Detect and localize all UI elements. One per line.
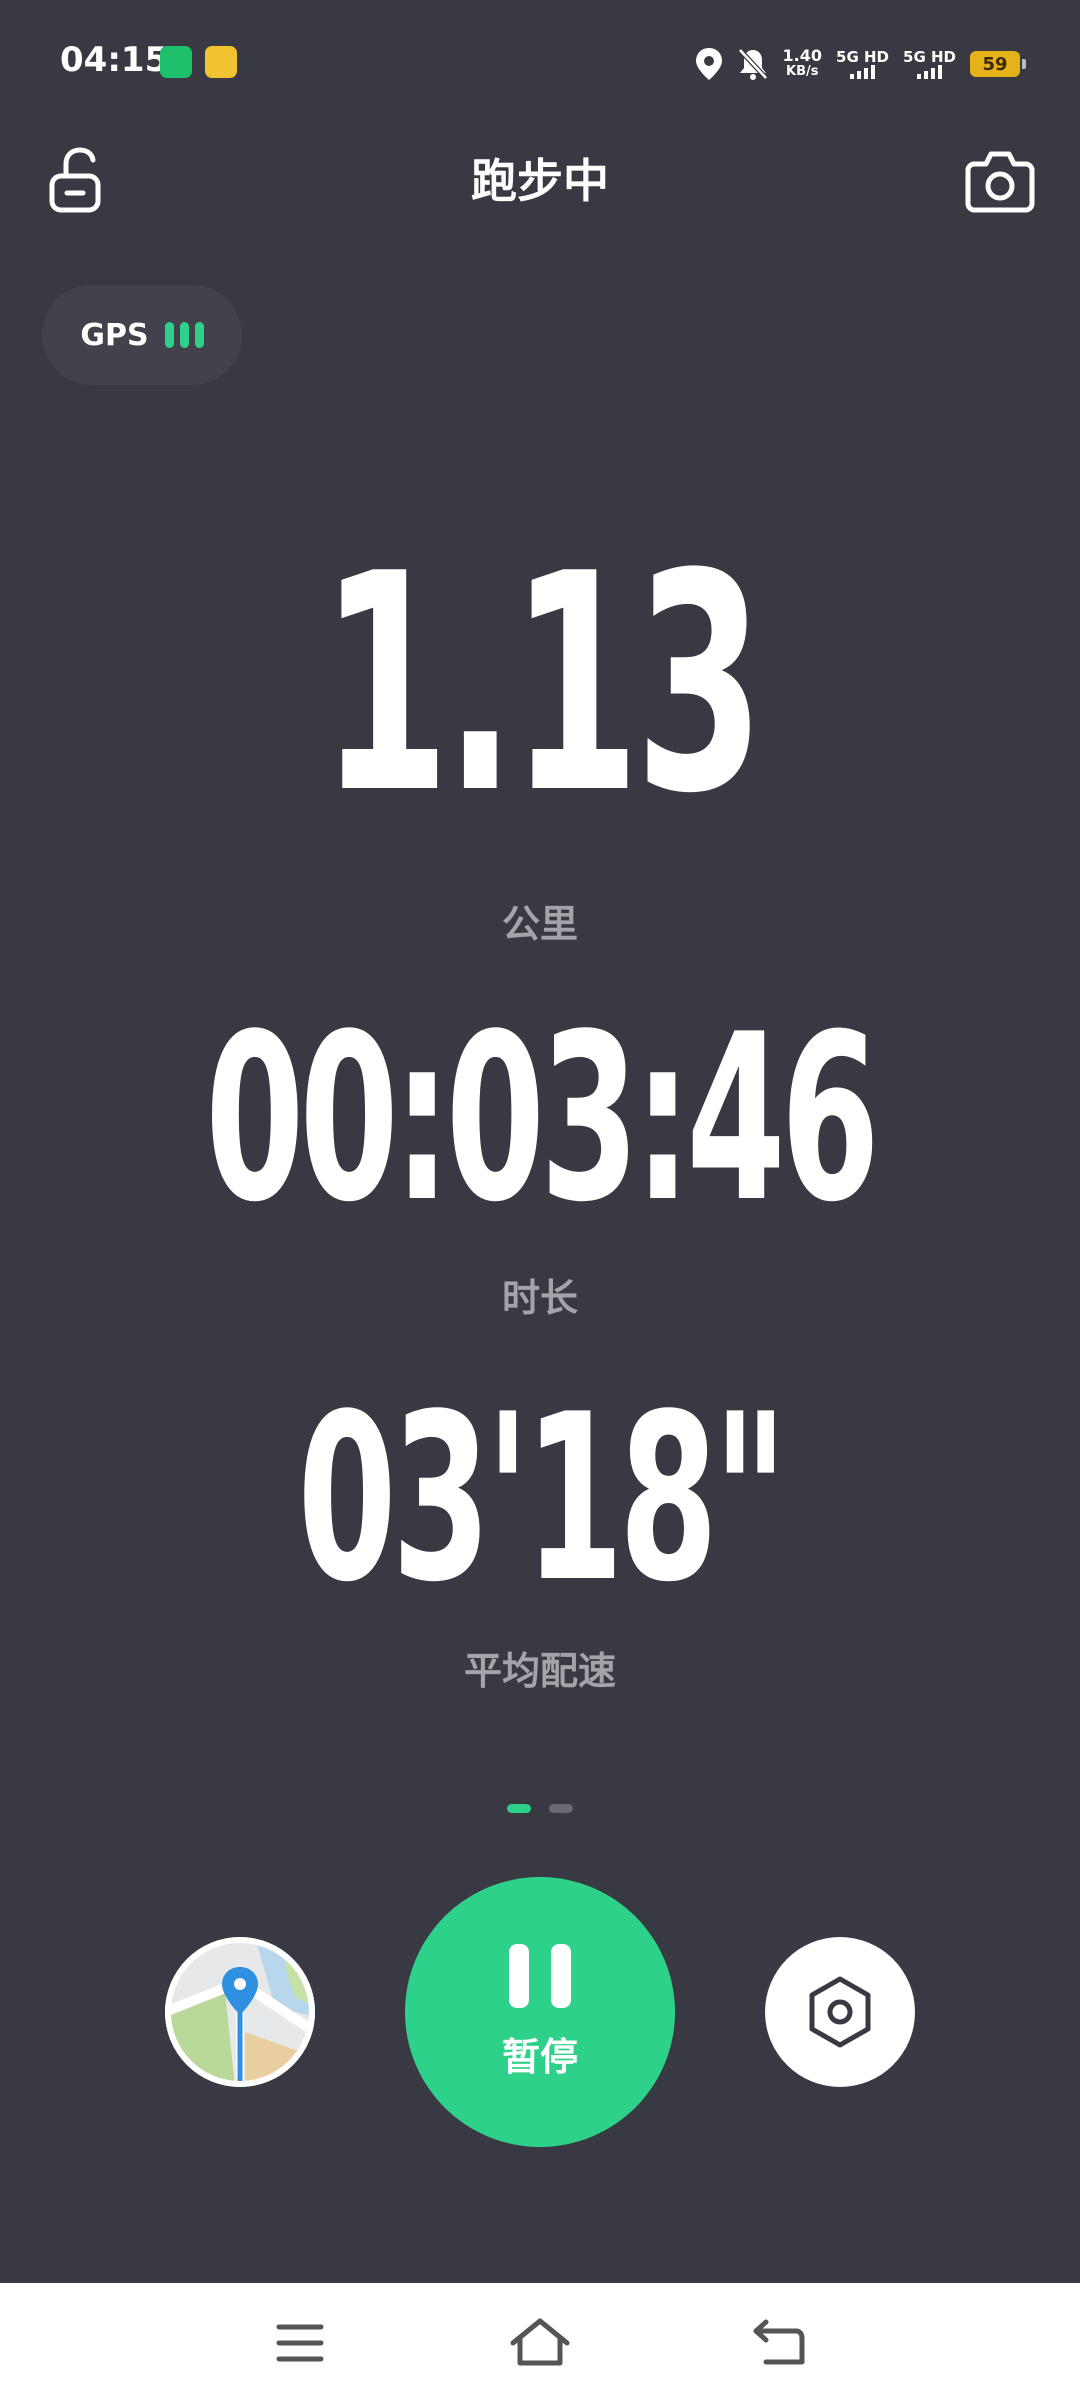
- camera-button[interactable]: [960, 140, 1040, 220]
- app-notification-icon: [160, 46, 192, 78]
- network-speed: 1.40 KB/s: [783, 48, 822, 80]
- duration-label: 时长: [501, 1276, 578, 1320]
- game-notification-icon: [205, 46, 237, 78]
- gps-signal-icon: [164, 322, 204, 348]
- settings-button[interactable]: [765, 1937, 915, 2087]
- status-bar: 04:15 1.40 KB/s 5G HD 5G HD 59: [0, 0, 1080, 130]
- distance-label: 公里: [501, 902, 578, 946]
- home-icon: [510, 2318, 570, 2366]
- page-indicator: [0, 1804, 1080, 1813]
- settings-icon: [809, 1976, 871, 2048]
- mute-bell-icon: [737, 48, 768, 80]
- pause-button[interactable]: 暂停: [405, 1877, 675, 2147]
- recent-apps-button[interactable]: [260, 2303, 340, 2383]
- pace-value: 03'18": [297, 1366, 787, 1633]
- system-navigation-bar: [0, 2283, 1080, 2408]
- map-button[interactable]: [165, 1937, 315, 2087]
- home-button[interactable]: [500, 2303, 580, 2383]
- network-speed-value: 1.40: [782, 46, 823, 65]
- status-indicators: 1.40 KB/s 5G HD 5G HD 59: [695, 44, 1026, 84]
- back-icon: [753, 2319, 805, 2365]
- signal-icon: [917, 65, 942, 79]
- network-speed-unit: KB/s: [786, 64, 819, 79]
- pause-icon: [509, 1943, 571, 2008]
- back-button[interactable]: [740, 2303, 820, 2383]
- location-icon: [695, 48, 722, 80]
- status-time: 04:15: [60, 40, 169, 80]
- gps-status-badge: GPS: [42, 285, 242, 385]
- sim2-signal: 5G HD: [903, 49, 956, 79]
- camera-icon: [965, 151, 1035, 213]
- menu-icon: [276, 2324, 324, 2362]
- sim1-label: 5G HD: [836, 48, 890, 66]
- sim1-signal: 5G HD: [836, 49, 889, 79]
- battery-level: 59: [982, 53, 1008, 75]
- distance-value: 1.13: [320, 510, 764, 859]
- page-dot-inactive[interactable]: [549, 1804, 573, 1813]
- sim2-label: 5G HD: [903, 48, 956, 66]
- signal-icon: [850, 65, 876, 79]
- page-dot-active[interactable]: [507, 1804, 531, 1813]
- pace-label: 平均配速: [463, 1649, 616, 1693]
- page-title: 跑步中: [471, 154, 609, 208]
- map-icon: [165, 1937, 315, 2087]
- battery-icon: 59: [970, 51, 1026, 77]
- pause-label: 暂停: [501, 2034, 578, 2079]
- running-screen: 04:15 1.40 KB/s 5G HD 5G HD 59 跑步中 GPS 1…: [0, 0, 1080, 2408]
- duration-value: 00:03:46: [205, 986, 880, 1253]
- gps-label: GPS: [80, 317, 149, 353]
